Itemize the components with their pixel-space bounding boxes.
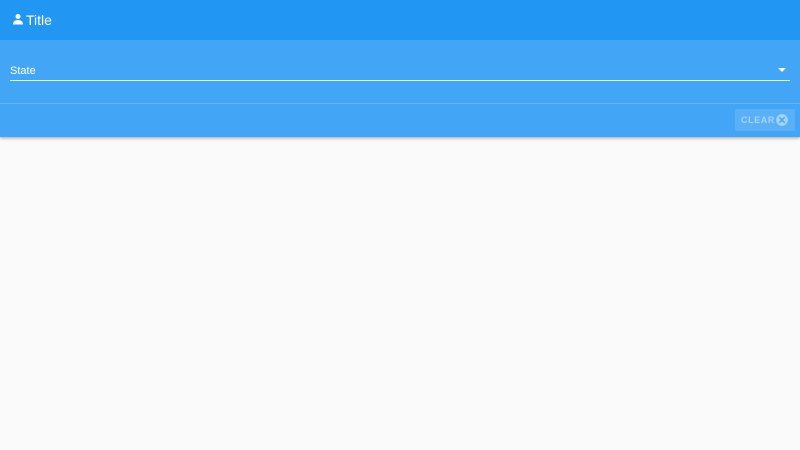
select-underline <box>10 80 790 81</box>
chevron-down-icon <box>778 68 786 72</box>
clear-button[interactable]: CLEAR <box>735 109 795 131</box>
state-select[interactable]: State <box>10 61 790 81</box>
filter-card: Title State CLEAR <box>0 0 800 137</box>
clear-button-label: CLEAR <box>741 115 775 125</box>
app-toolbar: Title <box>0 0 800 40</box>
close-circle-icon <box>776 114 788 126</box>
page-title: Title <box>26 12 52 28</box>
panel-divider <box>0 103 800 104</box>
filter-panel: State CLEAR <box>0 40 800 137</box>
person-icon <box>13 14 23 25</box>
state-select-label: State <box>10 65 36 77</box>
